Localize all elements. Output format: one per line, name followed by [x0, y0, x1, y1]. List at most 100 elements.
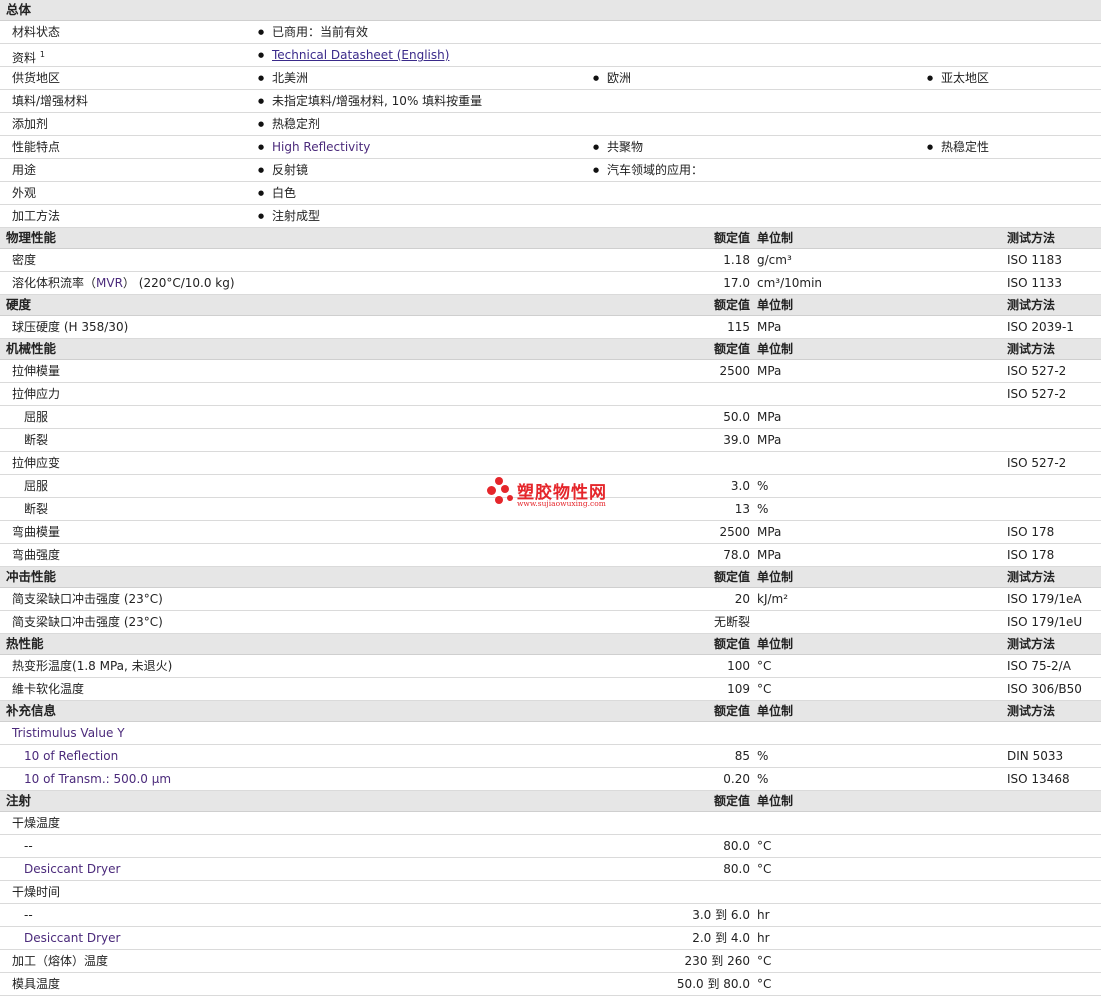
header-value: 额定值 — [713, 704, 750, 718]
row-unnotched-impact: 简支梁缺口冲击强度 (23°C) 无断裂 ISO 179/1eU — [0, 611, 1101, 634]
datasheet-link[interactable]: Technical Datasheet (English) — [272, 48, 449, 62]
row-unit: cm³/10min — [757, 276, 823, 290]
section-title: 补充信息 — [6, 703, 57, 718]
row-value: 2500 — [719, 525, 750, 539]
header-method: 测试方法 — [1007, 570, 1056, 584]
row-unit: hr — [757, 908, 770, 922]
row-label: Tristimulus Value Y — [12, 726, 125, 740]
row-value: Technical Datasheet (English) — [258, 44, 449, 66]
row-label: 热变形温度(1.8 MPa, 未退火) — [12, 659, 173, 673]
row-method: ISO 179/1eU — [1007, 615, 1083, 629]
row-drying-time-desiccant: Desiccant Dryer 2.0 到 4.0 hr — [0, 927, 1101, 950]
row-drying-temp-desiccant: Desiccant Dryer 80.0 °C — [0, 858, 1101, 881]
use-item: 反射镜 — [258, 159, 308, 181]
row-method: ISO 178 — [1007, 525, 1055, 539]
row-value: 3.0 — [730, 479, 750, 493]
row-unit: % — [757, 749, 769, 763]
row-value: 50.0 — [723, 410, 750, 424]
row-label: 10 of Reflection — [24, 749, 119, 763]
section-injection: 注射 额定值 单位制 — [0, 791, 1101, 812]
row-value: 39.0 — [723, 433, 750, 447]
header-unit: 单位制 — [757, 342, 794, 356]
row-label: 添加剂 — [12, 117, 49, 131]
row-label: Desiccant Dryer — [24, 862, 121, 876]
row-unit: MPa — [757, 525, 782, 539]
header-value: 额定值 — [713, 637, 750, 651]
header-method: 测试方法 — [1007, 704, 1056, 718]
header-value: 额定值 — [713, 298, 750, 312]
row-value: 未指定填料/增强材料, 10% 填料按重量 — [258, 90, 482, 112]
row-label: 外观 — [12, 186, 37, 200]
row-label: -- — [24, 908, 33, 922]
row-value: 热稳定剂 — [258, 113, 320, 135]
row-melt-temp: 加工（熔体）温度 230 到 260 °C — [0, 950, 1101, 973]
row-value: 80.0 — [723, 839, 750, 853]
row-label: 填料/增强材料 — [12, 94, 89, 108]
region-item: 北美洲 — [258, 67, 308, 89]
row-label: 弯曲强度 — [12, 548, 61, 562]
row-hdt: 热变形温度(1.8 MPa, 未退火) 100 °C ISO 75-2/A — [0, 655, 1101, 678]
header-unit: 单位制 — [757, 231, 794, 245]
row-label: 球压硬度 (H 358/30) — [12, 320, 129, 334]
row-method: ISO 306/B50 — [1007, 682, 1082, 696]
row-method: ISO 527-2 — [1007, 387, 1067, 401]
section-hardness: 硬度 额定值 单位制 测试方法 — [0, 295, 1101, 316]
row-unit: °C — [757, 862, 772, 876]
row-notched-impact: 简支梁缺口冲击强度 (23°C) 20 kJ/m² ISO 179/1eA — [0, 588, 1101, 611]
section-additional: 补充信息 额定值 单位制 测试方法 — [0, 701, 1101, 722]
row-label: 拉伸模量 — [12, 364, 61, 378]
row-vicat: 維卡软化温度 109 °C ISO 306/B50 — [0, 678, 1101, 701]
row-label: 密度 — [12, 253, 37, 267]
row-label: Desiccant Dryer — [24, 931, 121, 945]
row-label: 模具温度 — [12, 977, 61, 991]
row-drying-temp: 干燥温度 — [0, 812, 1101, 835]
section-title: 机械性能 — [6, 341, 57, 356]
row-label: 加工方法 — [12, 209, 61, 223]
row-ball-hardness: 球压硬度 (H 358/30) 115 MPa ISO 2039-1 — [0, 316, 1101, 339]
row-unit: MPa — [757, 410, 782, 424]
row-unit: °C — [757, 954, 772, 968]
section-thermal: 热性能 额定值 单位制 测试方法 — [0, 634, 1101, 655]
row-unit: MPa — [757, 433, 782, 447]
region-item: 欧洲 — [593, 67, 631, 89]
row-method: ISO 75-2/A — [1007, 659, 1071, 673]
row-label: 断裂 — [24, 502, 49, 516]
header-method: 测试方法 — [1007, 637, 1056, 651]
row-method: ISO 527-2 — [1007, 456, 1067, 470]
row-method: ISO 13468 — [1007, 772, 1070, 786]
section-impact: 冲击性能 额定值 单位制 测试方法 — [0, 567, 1101, 588]
section-mechanical: 机械性能 额定值 单位制 测试方法 — [0, 339, 1101, 360]
row-unit: °C — [757, 977, 772, 991]
row-mold-temp: 模具温度 50.0 到 80.0 °C — [0, 973, 1101, 996]
footnote-marker: 1 — [39, 50, 45, 59]
row-label: 性能特点 — [12, 140, 61, 154]
row-value: 已商用：当前有效 — [258, 21, 368, 43]
watermark-url: www.sujiaowuxing.com — [517, 499, 606, 508]
row-value: 2.0 到 4.0 — [692, 931, 750, 945]
row-flexural-strength: 弯曲强度 78.0 MPa ISO 178 — [0, 544, 1101, 567]
feature-item: High Reflectivity — [258, 136, 370, 158]
row-method: ISO 527-2 — [1007, 364, 1067, 378]
row-value: 17.0 — [723, 276, 750, 290]
row-features: 性能特点 High Reflectivity 共聚物 热稳定性 — [0, 136, 1101, 159]
header-method: 测试方法 — [1007, 298, 1056, 312]
feature-item: 热稳定性 — [927, 136, 989, 158]
row-unit: kJ/m² — [757, 592, 789, 606]
section-title: 注射 — [6, 793, 32, 808]
section-general: 总体 — [0, 0, 1101, 21]
row-filler: 填料/增强材料 未指定填料/增强材料, 10% 填料按重量 — [0, 90, 1101, 113]
row-method: ISO 2039-1 — [1007, 320, 1074, 334]
row-label: 用途 — [12, 163, 37, 177]
row-method: ISO 178 — [1007, 548, 1055, 562]
row-tensile-strain: 拉伸应变 ISO 527-2 — [0, 452, 1101, 475]
row-label: 溶化体积流率（MVR） (220°C/10.0 kg) — [12, 276, 235, 290]
section-title: 物理性能 — [6, 230, 57, 245]
row-tensile-stress-break: 断裂 39.0 MPa — [0, 429, 1101, 452]
row-unit: °C — [757, 659, 772, 673]
row-value: 白色 — [258, 182, 296, 204]
row-label: 断裂 — [24, 433, 49, 447]
row-value: 3.0 到 6.0 — [692, 908, 750, 922]
row-flexural-modulus: 弯曲模量 2500 MPa ISO 178 — [0, 521, 1101, 544]
header-value: 额定值 — [713, 342, 750, 356]
row-uses: 用途 反射镜 汽车领域的应用： — [0, 159, 1101, 182]
